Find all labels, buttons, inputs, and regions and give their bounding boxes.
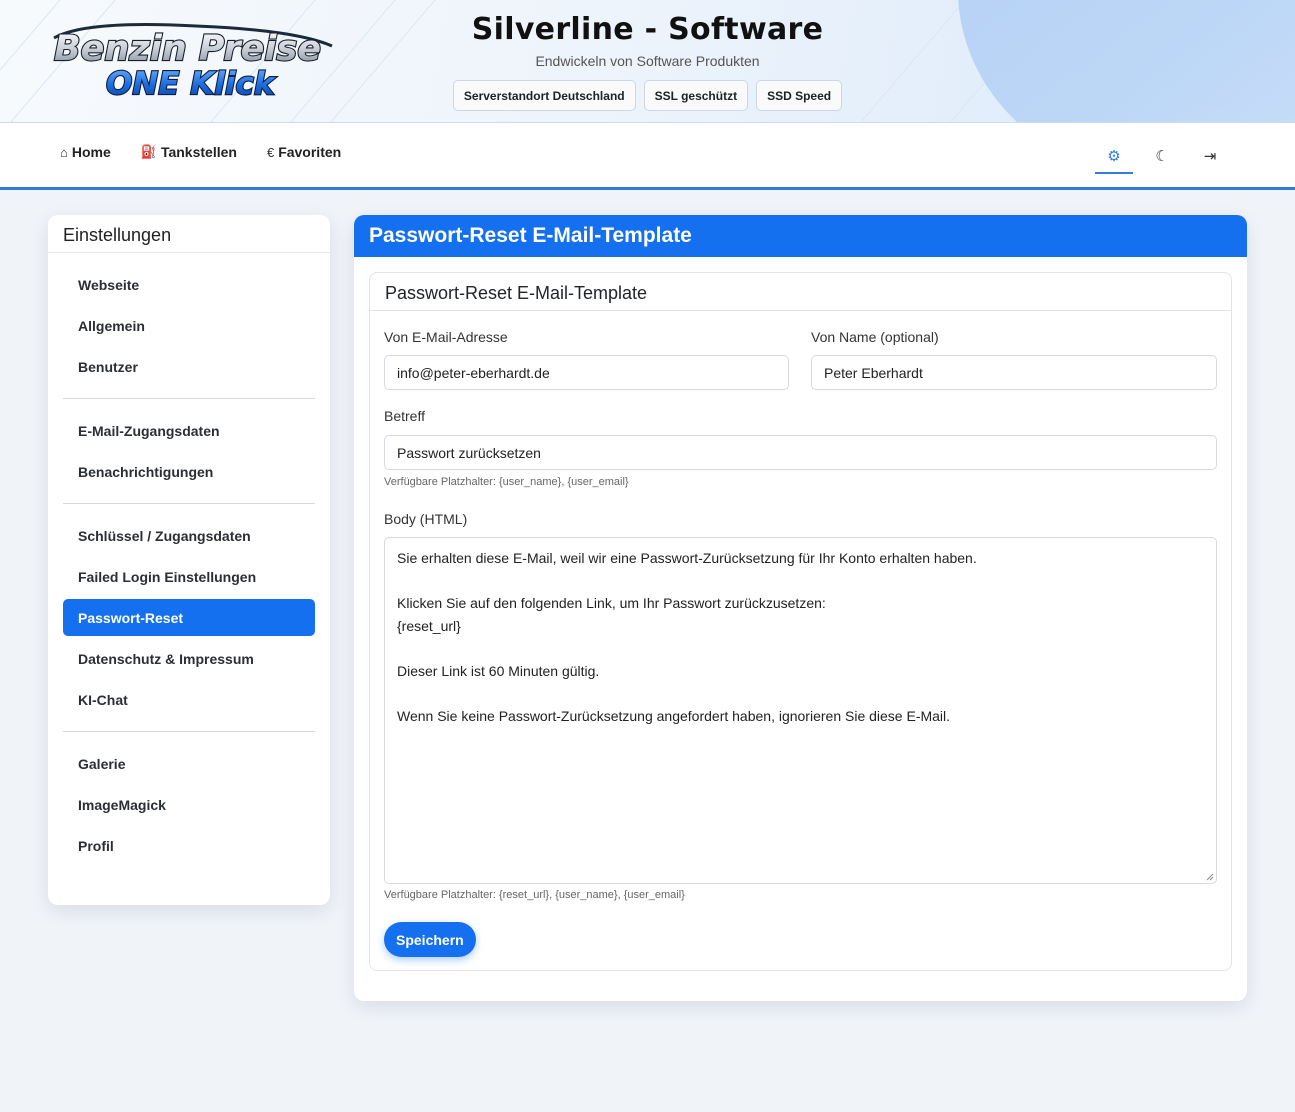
sidebar-item-email-credentials[interactable]: E-Mail-Zugangsdaten: [63, 412, 315, 449]
nav-home[interactable]: ⌂ Home: [60, 144, 111, 160]
sidebar-title: Einstellungen: [48, 215, 330, 253]
body-line: Sie erhalten diese E-Mail, weil wir eine…: [397, 550, 977, 566]
nav-favoriten-label: Favoriten: [278, 144, 342, 160]
sidebar-item-profile[interactable]: Profil: [63, 827, 315, 864]
body-line: Dieser Link ist 60 Minuten gültig.: [397, 662, 600, 679]
sidebar-group-general: Webseite Allgemein Benutzer: [48, 253, 330, 385]
site-header: Benzin Preise ONE Klick Silverline - Sof…: [0, 0, 1295, 123]
subject-input[interactable]: [384, 435, 1217, 470]
body-line: [397, 682, 1204, 705]
logout-button[interactable]: ⇥: [1191, 139, 1229, 173]
badge-server-location: Serverstandort Deutschland: [452, 80, 636, 111]
subject-placeholder-help: Verfügbare Platzhalter: {user_name}, {us…: [384, 476, 629, 488]
from-name-input[interactable]: [811, 355, 1217, 390]
settings-sidebar: Einstellungen Webseite Allgemein Benutze…: [48, 215, 330, 905]
card-title: Passwort-Reset E-Mail-Template: [370, 273, 1231, 311]
template-card: Passwort-Reset E-Mail-Template Von E-Mai…: [369, 272, 1232, 971]
main-navbar: ⌂ Home ⛽ Tankstellen € Favoriten ⚙ ☾ ⇥: [0, 123, 1295, 190]
badge-ssd: SSD Speed: [756, 80, 843, 111]
fuel-pump-icon: ⛽: [140, 144, 157, 159]
moon-icon: ☾: [1155, 148, 1169, 165]
body-textarea[interactable]: Sie erhalten diese E-Mail, weil wir eine…: [384, 537, 1217, 884]
body-line: [397, 637, 1204, 660]
from-email-label: Von E-Mail-Adresse: [384, 329, 508, 345]
site-subtitle: Endwickeln von Software Produkten: [535, 53, 760, 69]
home-icon: ⌂: [60, 144, 68, 160]
body-line: Wenn Sie keine Passwort-Zurücksetzung an…: [397, 707, 951, 724]
nav-tankstellen[interactable]: ⛽ Tankstellen: [141, 144, 237, 160]
nav-favoriten[interactable]: € Favoriten: [267, 144, 341, 160]
body-line: [397, 570, 1204, 593]
dark-mode-toggle[interactable]: ☾: [1143, 139, 1181, 173]
sidebar-item-keys[interactable]: Schlüssel / Zugangsdaten: [63, 517, 315, 554]
main-panel: Passwort-Reset E-Mail-Template Passwort-…: [354, 215, 1247, 1001]
euro-icon: €: [266, 144, 275, 160]
from-name-label: Von Name (optional): [811, 329, 939, 345]
settings-icon: ⚙: [1107, 148, 1121, 165]
sidebar-group-media: Galerie ImageMagick Profil: [48, 732, 330, 864]
sidebar-group-security: Schlüssel / Zugangsdaten Failed Login Ei…: [48, 504, 330, 718]
body-placeholder-help: Verfügbare Platzhalter: {reset_url}, {us…: [384, 889, 685, 901]
from-email-input[interactable]: [384, 355, 789, 390]
site-title: Silverline - Software: [471, 12, 824, 47]
sidebar-item-password-reset[interactable]: Passwort-Reset: [63, 599, 315, 636]
sidebar-item-benutzer[interactable]: Benutzer: [63, 348, 315, 385]
subject-label: Betreff: [384, 408, 425, 424]
nav-tankstellen-label: Tankstellen: [160, 144, 237, 160]
sidebar-item-failed-login[interactable]: Failed Login Einstellungen: [63, 558, 315, 595]
body-label: Body (HTML): [384, 511, 468, 527]
sidebar-group-email: E-Mail-Zugangsdaten Benachrichtigungen: [48, 399, 330, 490]
save-button[interactable]: Speichern: [384, 922, 476, 957]
settings-button[interactable]: ⚙: [1095, 139, 1133, 174]
sidebar-item-ai-chat[interactable]: KI-Chat: [63, 681, 315, 718]
sidebar-item-imagemagick[interactable]: ImageMagick: [63, 786, 315, 823]
resize-handle-icon[interactable]: [1205, 872, 1214, 881]
panel-title: Passwort-Reset E-Mail-Template: [354, 215, 1247, 257]
sidebar-item-allgemein[interactable]: Allgemein: [63, 307, 315, 344]
sidebar-item-privacy[interactable]: Datenschutz & Impressum: [63, 640, 315, 677]
sidebar-item-notifications[interactable]: Benachrichtigungen: [63, 453, 315, 490]
badge-ssl: SSL geschützt: [643, 80, 749, 111]
nav-home-label: Home: [71, 144, 111, 160]
body-line: {reset_url}: [397, 617, 461, 634]
sidebar-item-webseite[interactable]: Webseite: [63, 266, 315, 303]
sidebar-item-gallery[interactable]: Galerie: [63, 745, 315, 782]
feature-badges: Serverstandort Deutschland SSL geschützt…: [0, 80, 1295, 111]
body-line: Klicken Sie auf den folgenden Link, um I…: [397, 595, 826, 611]
logout-icon: ⇥: [1203, 148, 1217, 165]
